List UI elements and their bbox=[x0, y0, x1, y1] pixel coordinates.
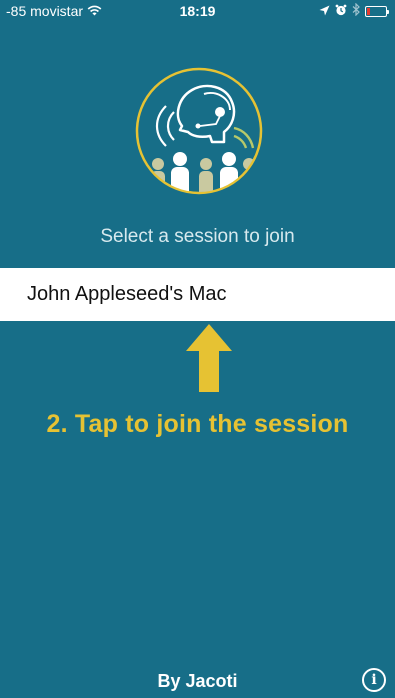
join-instruction: 2. Tap to join the session bbox=[46, 410, 349, 438]
battery-fill bbox=[367, 7, 370, 15]
battery-tip bbox=[387, 9, 389, 14]
status-bar: -85 movistar 18:19 bbox=[0, 0, 395, 22]
info-button[interactable]: i bbox=[362, 668, 386, 692]
app-screen: -85 movistar 18:19 Select a session to j… bbox=[0, 0, 395, 698]
headset-audience-logo bbox=[135, 67, 263, 195]
up-arrow-icon bbox=[186, 324, 232, 392]
location-arrow-icon bbox=[319, 3, 330, 19]
session-item-john-appleseeds-mac[interactable]: John Appleseed's Mac bbox=[0, 268, 395, 321]
select-session-prompt: Select a session to join bbox=[100, 226, 295, 247]
alarm-icon bbox=[335, 3, 347, 19]
bluetooth-icon bbox=[352, 2, 360, 19]
battery-icon bbox=[365, 5, 389, 17]
brand-footer: By Jacoti bbox=[157, 671, 238, 691]
session-label: John Appleseed's Mac bbox=[27, 283, 227, 305]
info-icon: i bbox=[371, 672, 377, 688]
status-right bbox=[319, 2, 389, 19]
